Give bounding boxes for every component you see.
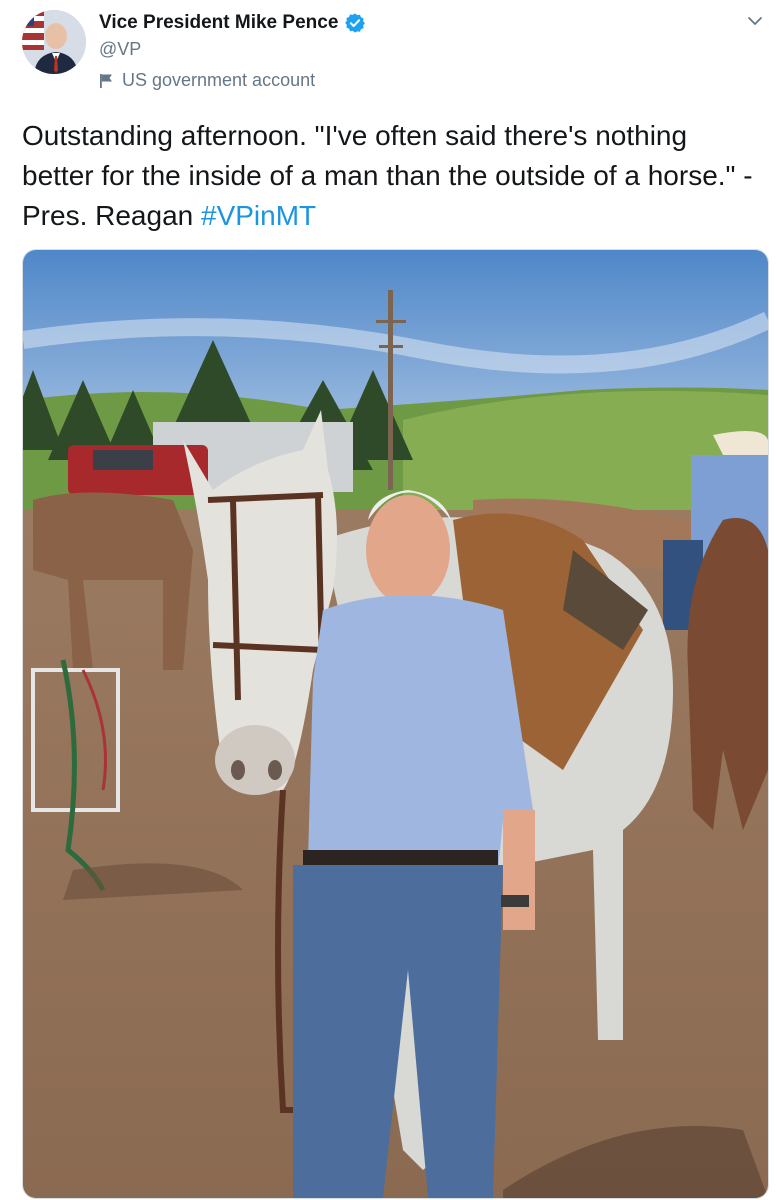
author-handle[interactable]: @VP xyxy=(99,39,366,60)
author-name[interactable]: Vice President Mike Pence xyxy=(99,12,338,34)
hashtag-link[interactable]: #VPinMT xyxy=(201,200,316,231)
account-label[interactable]: US government account xyxy=(122,70,315,91)
verified-badge-icon xyxy=(344,12,366,34)
tweet-photo[interactable] xyxy=(22,249,769,1199)
tweet-header: Vice President Mike Pence @VP US governm… xyxy=(99,10,366,91)
tweet-body-text: Outstanding afternoon. "I've often said … xyxy=(22,120,753,231)
avatar[interactable] xyxy=(22,10,86,74)
tweet-card: Vice President Mike Pence @VP US governm… xyxy=(0,0,776,1200)
photo-horse-scene xyxy=(23,250,768,1198)
chevron-down-icon[interactable] xyxy=(746,12,764,30)
tweet-text: Outstanding afternoon. "I've often said … xyxy=(22,116,762,236)
account-label-row: US government account xyxy=(99,70,366,91)
flag-icon xyxy=(100,73,112,88)
